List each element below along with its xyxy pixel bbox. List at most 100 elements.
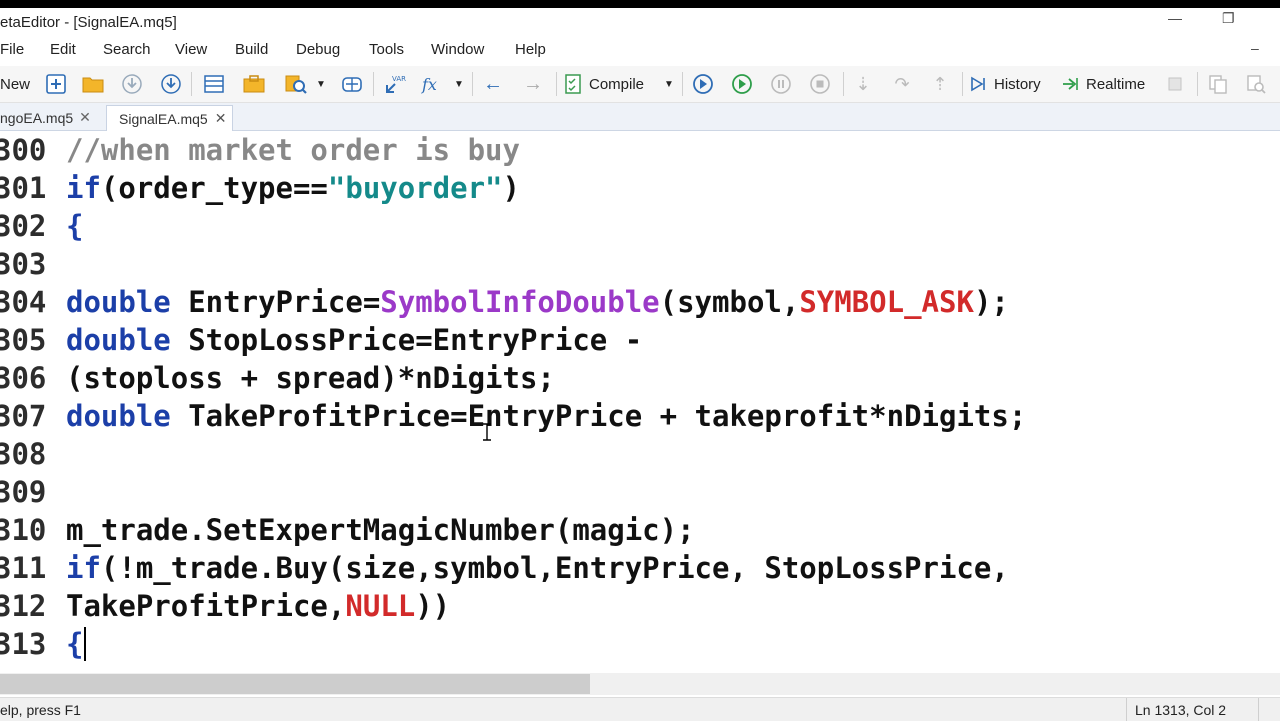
- save-icon[interactable]: [119, 70, 145, 98]
- new-file-icon[interactable]: [43, 70, 69, 98]
- line-number: 307: [0, 399, 47, 433]
- close-icon[interactable]: ✕: [215, 110, 227, 127]
- code-text: (stoploss + spread)*nDigits;: [66, 359, 555, 397]
- code-token: )): [415, 589, 451, 623]
- line-number: 311: [0, 551, 47, 585]
- menu-debug[interactable]: Debug: [296, 41, 340, 58]
- compare-icon[interactable]: [1243, 70, 1269, 98]
- document-tab-bar: ngoEA.mq5 ✕ SignalEA.mq5 ✕: [0, 103, 1280, 131]
- close-icon[interactable]: ✕: [79, 109, 91, 126]
- line-number: 308: [0, 437, 47, 471]
- step-over-icon[interactable]: ↷: [889, 70, 915, 98]
- menu-tools[interactable]: Tools: [369, 41, 404, 58]
- line-number: 313: [0, 627, 47, 661]
- minimize-icon[interactable]: —: [1168, 10, 1182, 26]
- start-history-icon[interactable]: [729, 70, 755, 98]
- code-line[interactable]: 300 //when market order is buy: [0, 131, 1280, 169]
- scrollbar-thumb[interactable]: [0, 674, 590, 694]
- history-label: History: [994, 75, 1041, 93]
- menu-window[interactable]: Window: [431, 41, 484, 58]
- code-editor[interactable]: 300 //when market order is buy 301 if(order…: [0, 131, 1280, 673]
- chevron-down-icon[interactable]: ▼: [314, 70, 328, 98]
- menu-help[interactable]: Help: [515, 41, 546, 58]
- code-line[interactable]: 312 TakeProfitPrice,NULL)): [0, 587, 1280, 625]
- code-line[interactable]: 313 {: [0, 625, 1280, 663]
- step-into-icon[interactable]: ⇣: [851, 70, 875, 98]
- code-line[interactable]: 308: [0, 435, 1280, 473]
- code-token: (stoploss + spread)*nDigits;: [66, 361, 555, 395]
- code-token: SymbolInfoDouble: [380, 285, 660, 319]
- code-line[interactable]: 306 (stoploss + spread)*nDigits;: [0, 359, 1280, 397]
- realtime-button[interactable]: Realtime: [1061, 70, 1155, 98]
- line-number: 306: [0, 361, 47, 395]
- line-number: 305: [0, 323, 47, 357]
- status-separator: [1126, 698, 1127, 721]
- code-text: TakeProfitPrice,NULL)): [66, 587, 450, 625]
- forward-arrow-icon[interactable]: →: [520, 70, 546, 98]
- start-real-data-icon[interactable]: [690, 70, 716, 98]
- toolbar-separator: [682, 72, 683, 96]
- code-line[interactable]: 303: [0, 245, 1280, 283]
- debug-icon[interactable]: [338, 70, 366, 98]
- line-number: 300: [0, 133, 47, 167]
- mouse-ibeam-cursor: [482, 423, 492, 446]
- compile-button[interactable]: Compile: [563, 70, 659, 98]
- code-token: "buyorder": [327, 171, 503, 205]
- function-icon[interactable]: fx: [419, 70, 447, 98]
- pause-icon[interactable]: [768, 70, 794, 98]
- toolbar-separator: [1197, 72, 1198, 96]
- menu-view[interactable]: View: [175, 41, 207, 58]
- menu-file[interactable]: File: [0, 41, 24, 58]
- code-line[interactable]: 301 if(order_type=="buyorder"): [0, 169, 1280, 207]
- title-bar: etaEditor - [SignalEA.mq5] — ❐: [0, 8, 1280, 38]
- open-folder-icon[interactable]: [80, 70, 106, 98]
- code-line[interactable]: 302 {: [0, 207, 1280, 245]
- chevron-down-icon[interactable]: ▼: [452, 70, 466, 98]
- toolbar-separator: [191, 72, 192, 96]
- variable-icon[interactable]: VAR: [381, 70, 409, 98]
- top-border: [0, 0, 1280, 8]
- save-all-icon[interactable]: [158, 70, 184, 98]
- stop-icon[interactable]: [807, 70, 833, 98]
- restore-icon[interactable]: ❐: [1222, 10, 1235, 27]
- menu-build[interactable]: Build: [235, 41, 268, 58]
- toolbox-icon[interactable]: [241, 70, 267, 98]
- find-in-files-icon[interactable]: [283, 70, 309, 98]
- tab-label: SignalEA.mq5: [119, 110, 208, 127]
- chevron-down-icon[interactable]: ▼: [662, 70, 676, 98]
- code-text: {: [66, 625, 83, 663]
- code-line[interactable]: 310 m_trade.SetExpertMagicNumber(magic);: [0, 511, 1280, 549]
- tab-label: ngoEA.mq5: [0, 109, 74, 126]
- navigator-icon[interactable]: [201, 70, 227, 98]
- tab-signalea[interactable]: SignalEA.mq5 ✕: [106, 105, 234, 131]
- new-button[interactable]: New: [0, 70, 30, 98]
- code-token: StopLossPrice=EntryPrice -: [170, 323, 643, 357]
- step-out-icon[interactable]: ⇡: [928, 70, 952, 98]
- code-token: double: [66, 399, 171, 433]
- line-number: 303: [0, 247, 47, 281]
- code-line[interactable]: 311 if(!m_trade.Buy(size,symbol,EntryPric…: [0, 549, 1280, 587]
- history-button[interactable]: History: [969, 70, 1053, 98]
- tab-ngoea[interactable]: ngoEA.mq5 ✕: [0, 105, 95, 130]
- line-number: 301: [0, 171, 47, 205]
- code-token: );: [973, 285, 1009, 319]
- mdi-minimize-icon[interactable]: –: [1251, 40, 1259, 56]
- status-bar: elp, press F1 Ln 1313, Col 2: [0, 697, 1280, 721]
- code-line[interactable]: 305 double StopLossPrice=EntryPrice -: [0, 321, 1280, 359]
- back-arrow-icon[interactable]: ←: [480, 70, 506, 98]
- code-token: NULL: [345, 589, 416, 623]
- toolbar-separator: [962, 72, 963, 96]
- code-text: if(order_type=="buyorder"): [66, 169, 520, 207]
- horizontal-scrollbar[interactable]: [0, 673, 1280, 695]
- code-line[interactable]: 307 double TakeProfitPrice=EntryPrice + t…: [0, 397, 1280, 435]
- text-caret: [84, 627, 86, 661]
- code-line[interactable]: 304 double EntryPrice=SymbolInfoDouble(sy…: [0, 283, 1280, 321]
- menu-edit[interactable]: Edit: [50, 41, 76, 58]
- code-token: //when market order is buy: [66, 133, 520, 167]
- code-line[interactable]: 309: [0, 473, 1280, 511]
- copy-icon[interactable]: [1205, 70, 1231, 98]
- stop-square-icon[interactable]: [1165, 70, 1185, 98]
- toolbar-separator: [373, 72, 374, 96]
- line-number: 312: [0, 589, 47, 623]
- menu-search[interactable]: Search: [103, 41, 151, 58]
